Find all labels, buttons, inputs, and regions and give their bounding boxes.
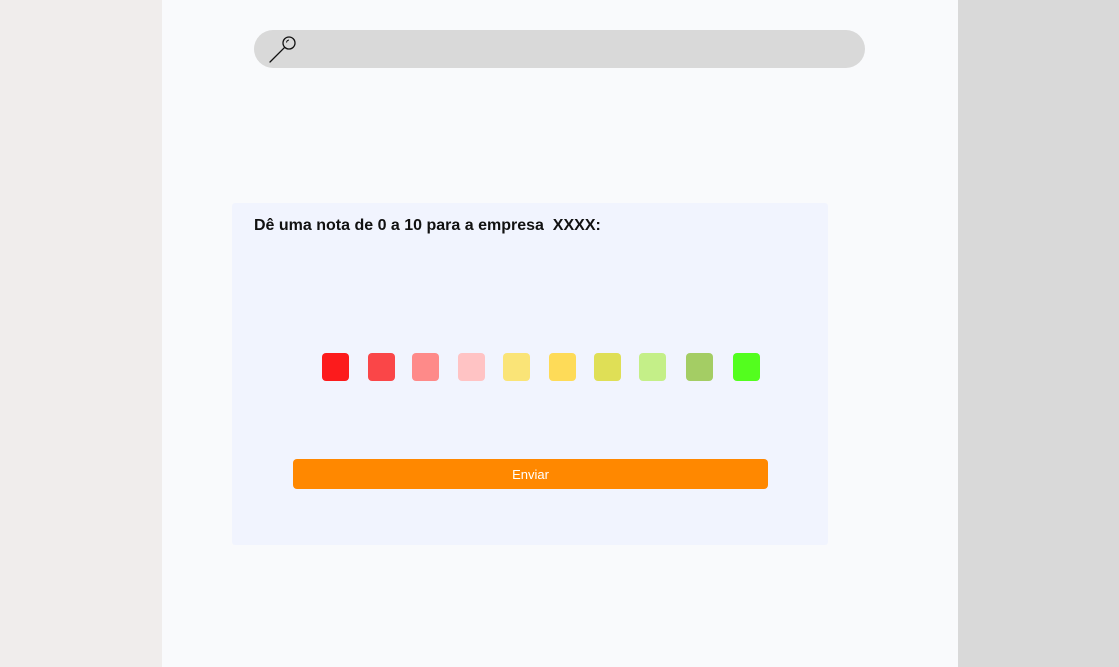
search-bar[interactable] xyxy=(254,30,865,68)
search-icon[interactable] xyxy=(268,34,298,64)
rating-option-3[interactable] xyxy=(412,353,439,381)
rating-option-4[interactable] xyxy=(458,353,485,381)
search-input[interactable] xyxy=(306,30,846,68)
screen: Dê uma nota de 0 a 10 para a empresa XXX… xyxy=(0,0,1119,667)
rating-option-1[interactable] xyxy=(322,353,349,381)
rating-option-9[interactable] xyxy=(686,353,713,381)
rating-option-8[interactable] xyxy=(639,353,666,381)
rating-option-5[interactable] xyxy=(503,353,530,381)
rating-option-7[interactable] xyxy=(594,353,621,381)
rating-card: Dê uma nota de 0 a 10 para a empresa XXX… xyxy=(232,203,828,545)
rating-option-2[interactable] xyxy=(368,353,395,381)
rating-option-6[interactable] xyxy=(549,353,576,381)
question-text: Dê uma nota de 0 a 10 para a empresa XXX… xyxy=(254,217,601,234)
rating-option-10[interactable] xyxy=(733,353,760,381)
submit-button[interactable]: Enviar xyxy=(293,459,768,489)
right-margin xyxy=(958,0,1119,667)
rating-scale xyxy=(232,353,828,381)
